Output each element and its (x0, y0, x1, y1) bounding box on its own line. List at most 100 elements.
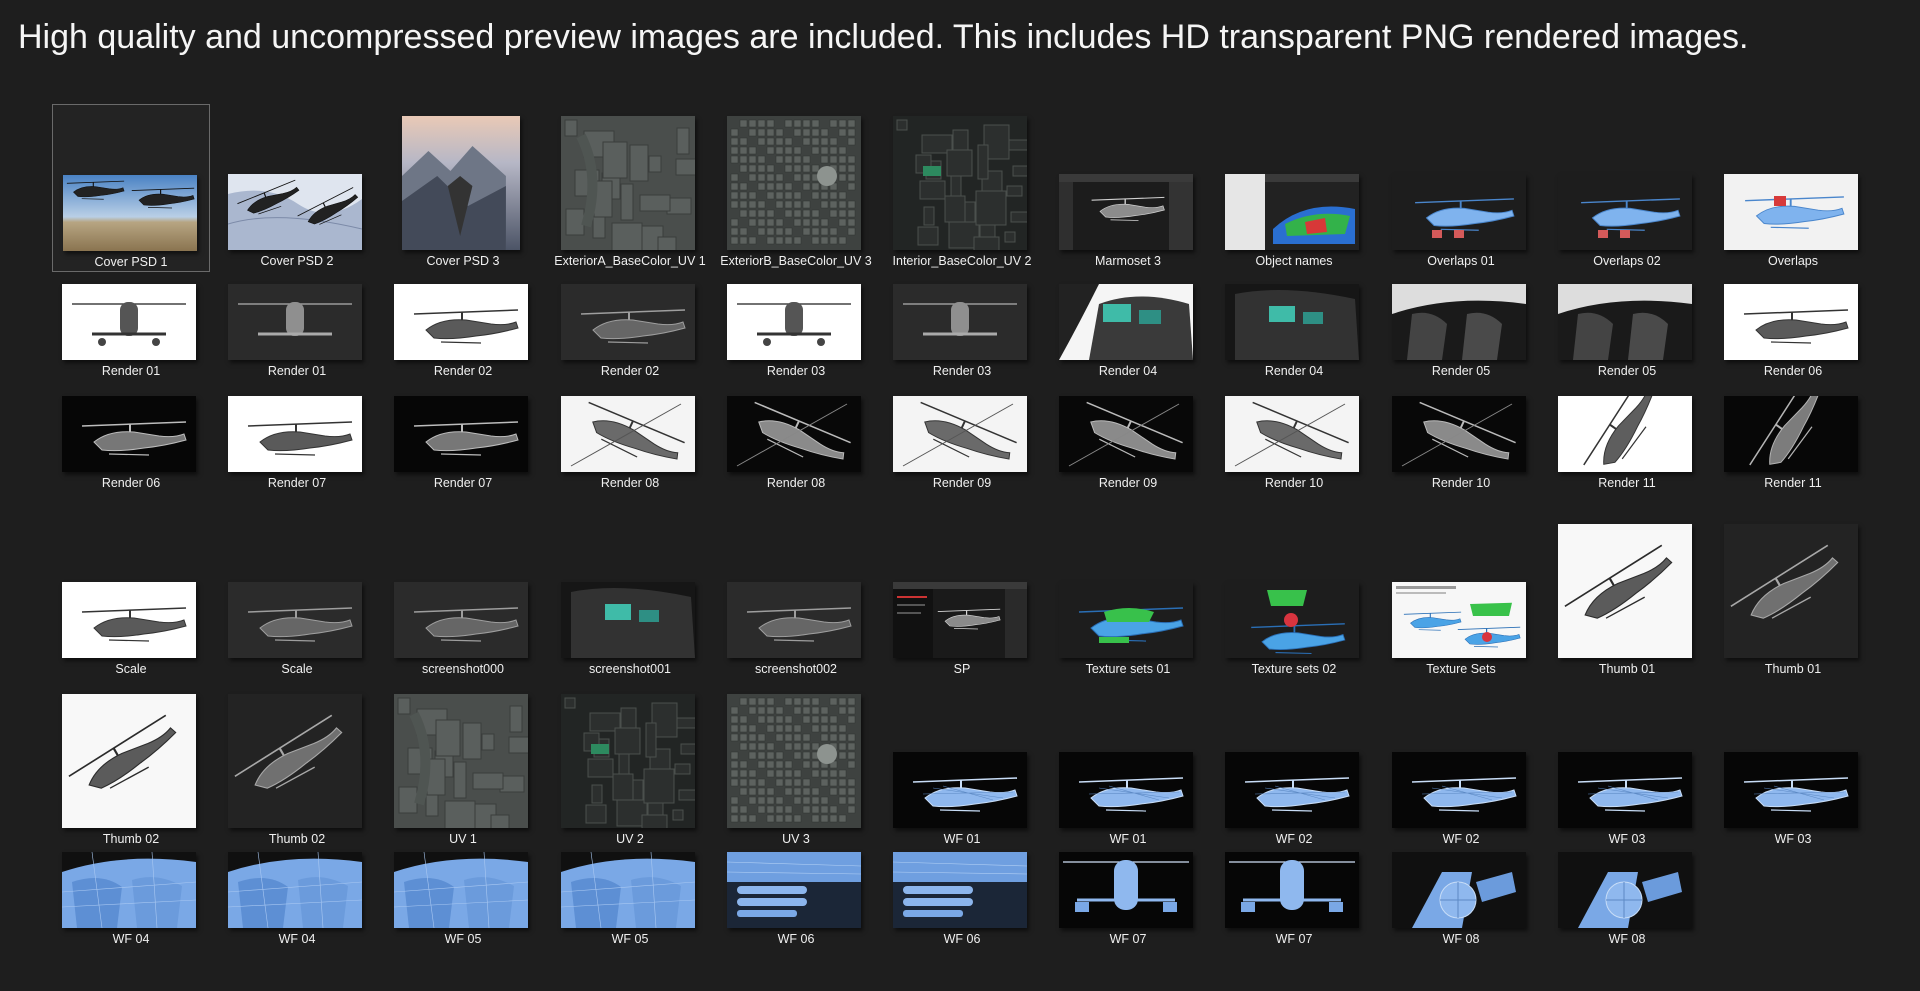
file-item[interactable]: Interior_BaseColor_UV 2 (883, 104, 1041, 272)
file-item[interactable]: Render 10 (1215, 392, 1373, 504)
file-item[interactable]: Cover PSD 3 (384, 104, 542, 272)
file-thumbnail (1392, 582, 1526, 658)
file-item[interactable]: Render 02 (551, 280, 709, 392)
file-item[interactable]: WF 04 (218, 848, 376, 960)
file-item[interactable]: WF 06 (883, 848, 1041, 960)
file-item[interactable]: Cover PSD 1 (52, 104, 210, 272)
file-name-label: screenshot000 (421, 662, 504, 676)
file-name-label: Scale (115, 662, 147, 676)
file-item[interactable]: Overlaps 01 (1382, 104, 1540, 272)
file-item[interactable]: Texture Sets (1382, 510, 1540, 680)
file-item[interactable]: Render 07 (384, 392, 542, 504)
file-name-label: Texture sets 01 (1085, 662, 1171, 676)
file-name-label: WF 05 (611, 932, 649, 946)
file-name-label: WF 07 (1275, 932, 1313, 946)
file-item[interactable]: Scale (218, 510, 376, 680)
file-item[interactable]: Render 09 (1049, 392, 1207, 504)
file-item[interactable]: SP (883, 510, 1041, 680)
file-item[interactable]: Render 08 (717, 392, 875, 504)
file-item[interactable]: Render 06 (52, 392, 210, 504)
file-thumbnail (1059, 752, 1193, 828)
file-item[interactable]: Cover PSD 2 (218, 104, 376, 272)
file-item[interactable]: Render 05 (1382, 280, 1540, 392)
file-name-label: Render 05 (1597, 364, 1657, 378)
file-name-label: SP (953, 662, 971, 676)
file-item[interactable]: WF 03 (1714, 680, 1872, 850)
file-item[interactable]: ExteriorA_BaseColor_UV 1 (551, 104, 709, 272)
file-item[interactable]: Render 07 (218, 392, 376, 504)
file-item[interactable]: UV 3 (717, 680, 875, 850)
file-thumbnail (561, 582, 695, 658)
file-item[interactable]: WF 05 (384, 848, 542, 960)
file-item[interactable]: ExteriorB_BaseColor_UV 3 (717, 104, 875, 272)
file-name-label: Render 08 (600, 476, 660, 490)
file-item[interactable]: WF 06 (717, 848, 875, 960)
file-thumbnail (394, 694, 528, 828)
file-item[interactable]: Overlaps (1714, 104, 1872, 272)
file-item[interactable]: WF 03 (1548, 680, 1706, 850)
file-item[interactable]: Render 01 (218, 280, 376, 392)
file-item[interactable]: Thumb 01 (1548, 510, 1706, 680)
file-thumbnail (727, 694, 861, 828)
file-name-label: WF 03 (1774, 832, 1812, 846)
file-item[interactable]: Texture sets 01 (1049, 510, 1207, 680)
file-item[interactable]: Render 03 (717, 280, 875, 392)
file-item[interactable]: Render 02 (384, 280, 542, 392)
file-item[interactable]: Render 11 (1714, 392, 1872, 504)
file-item[interactable]: Render 10 (1382, 392, 1540, 504)
file-item[interactable]: Render 06 (1714, 280, 1872, 392)
file-name-label: Overlaps 01 (1427, 254, 1495, 268)
file-item[interactable]: WF 02 (1215, 680, 1373, 850)
file-thumbnail (1059, 852, 1193, 928)
file-item[interactable]: Render 11 (1548, 392, 1706, 504)
file-item[interactable]: Marmoset 3 (1049, 104, 1207, 272)
file-item[interactable]: WF 08 (1382, 848, 1540, 960)
file-item[interactable]: UV 1 (384, 680, 542, 850)
file-thumbnail (394, 852, 528, 928)
file-item[interactable]: WF 01 (883, 680, 1041, 850)
file-item[interactable]: Texture sets 02 (1215, 510, 1373, 680)
file-name-label: Render 06 (1763, 364, 1823, 378)
file-item[interactable]: UV 2 (551, 680, 709, 850)
file-item[interactable]: Overlaps 02 (1548, 104, 1706, 272)
file-item[interactable]: Render 04 (1049, 280, 1207, 392)
file-item[interactable]: WF 04 (52, 848, 210, 960)
file-name-label: WF 05 (444, 932, 482, 946)
file-thumbnail (1225, 852, 1359, 928)
file-item[interactable]: Thumb 02 (218, 680, 376, 850)
file-name-label: Render 10 (1264, 476, 1324, 490)
file-item[interactable]: WF 08 (1548, 848, 1706, 960)
file-name-label: Render 09 (932, 476, 992, 490)
file-item[interactable]: Thumb 01 (1714, 510, 1872, 680)
file-item[interactable]: WF 02 (1382, 680, 1540, 850)
file-item[interactable]: Render 08 (551, 392, 709, 504)
file-item[interactable]: WF 07 (1049, 848, 1207, 960)
file-item[interactable]: WF 05 (551, 848, 709, 960)
file-item[interactable]: Object names (1215, 104, 1373, 272)
file-thumbnail (1724, 174, 1858, 250)
file-item[interactable]: screenshot002 (717, 510, 875, 680)
file-item[interactable]: screenshot001 (551, 510, 709, 680)
file-item[interactable]: Render 05 (1548, 280, 1706, 392)
file-thumbnail (1558, 284, 1692, 360)
file-name-label: Texture sets 02 (1251, 662, 1337, 676)
file-item[interactable]: Render 09 (883, 392, 1041, 504)
file-item[interactable]: screenshot000 (384, 510, 542, 680)
file-thumbnail (727, 284, 861, 360)
file-item[interactable]: Render 01 (52, 280, 210, 392)
file-item[interactable]: Thumb 02 (52, 680, 210, 850)
file-name-label: Thumb 02 (268, 832, 326, 846)
file-thumbnail (1059, 582, 1193, 658)
file-thumbnail (893, 284, 1027, 360)
file-name-label: WF 06 (777, 932, 815, 946)
file-thumbnail (1392, 852, 1526, 928)
file-item[interactable]: Render 04 (1215, 280, 1373, 392)
file-item[interactable]: WF 01 (1049, 680, 1207, 850)
file-name-label: Render 11 (1764, 476, 1822, 490)
file-item[interactable]: Render 03 (883, 280, 1041, 392)
file-item[interactable]: Scale (52, 510, 210, 680)
file-item[interactable]: WF 07 (1215, 848, 1373, 960)
file-thumbnail (893, 752, 1027, 828)
file-name-label: WF 01 (1109, 832, 1147, 846)
file-thumbnail (62, 582, 196, 658)
